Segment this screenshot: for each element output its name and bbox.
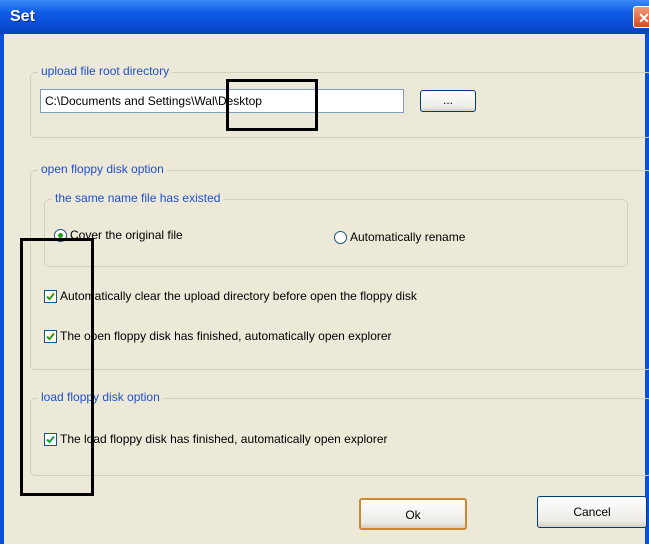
upload-path-input[interactable]: C:\Documents and Settings\Wal\Desktop bbox=[40, 89, 404, 113]
set-dialog: Set ✕ upload file root directory C:\Docu… bbox=[0, 0, 649, 544]
radio-auto-rename[interactable]: Automatically rename bbox=[334, 230, 465, 244]
radio-rename-indicator[interactable] bbox=[334, 230, 347, 244]
title-bar: Set ✕ bbox=[0, 0, 649, 34]
dialog-title: Set bbox=[10, 8, 35, 25]
open-floppy-legend: open floppy disk option bbox=[38, 162, 167, 176]
upload-legend: upload file root directory bbox=[38, 64, 173, 78]
close-button[interactable]: ✕ bbox=[633, 6, 649, 28]
cancel-button[interactable]: Cancel bbox=[537, 496, 647, 528]
radio-rename-label: Automatically rename bbox=[350, 230, 466, 244]
check-open-explorer-label: The open floppy disk has finished, autom… bbox=[60, 329, 392, 343]
check-clear-label: Automatically clear the upload directory… bbox=[60, 289, 417, 303]
check-load-explorer-label: The load floppy disk has finished, autom… bbox=[60, 432, 388, 446]
annotation-box-checks bbox=[20, 238, 94, 496]
same-name-legend: the same name file has existed bbox=[52, 191, 224, 205]
annotation-box-path bbox=[226, 79, 318, 131]
check-open-explorer[interactable]: The open floppy disk has finished, autom… bbox=[44, 329, 392, 343]
close-icon: ✕ bbox=[638, 10, 649, 26]
check-clear-upload-dir[interactable]: Automatically clear the upload directory… bbox=[44, 289, 417, 303]
check-load-explorer[interactable]: The load floppy disk has finished, autom… bbox=[44, 432, 388, 446]
browse-button[interactable]: ... bbox=[420, 90, 476, 112]
ok-button[interactable]: Ok bbox=[359, 498, 467, 530]
